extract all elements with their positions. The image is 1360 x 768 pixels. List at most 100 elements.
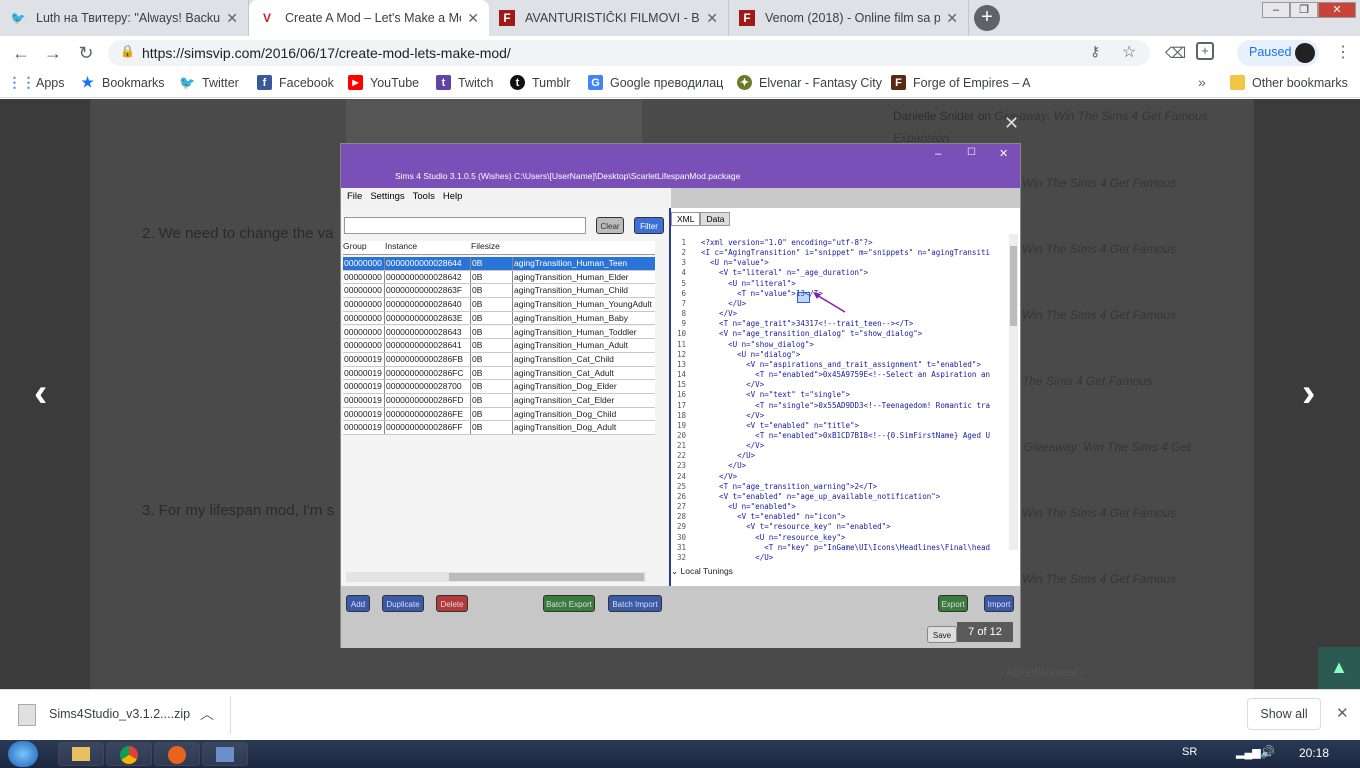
- comment-link[interactable]: Giveaway: Win The Sims 4 Get: [1024, 440, 1191, 454]
- bookmark-twitter[interactable]: 🐦 Twitter: [179, 75, 239, 90]
- table-cell: agingTransition_Cat_Child: [514, 353, 614, 364]
- sidebar-comment[interactable]: Win The Sims 4 Get Famous: [1022, 506, 1342, 520]
- comment-link[interactable]: Win The Sims 4 Get Famous: [1022, 242, 1176, 256]
- taskbar-explorer[interactable]: [58, 742, 104, 766]
- paused-label: Paused: [1249, 45, 1292, 59]
- comment-link[interactable]: Win The Sims 4 Get Famous: [1022, 506, 1176, 520]
- table-cell: 00000000: [343, 325, 385, 339]
- menu-file: File: [347, 191, 363, 202]
- address-bar[interactable]: 🔒 https://simsvip.com/2016/06/17/create-…: [108, 40, 1150, 66]
- bookmark-tumblr[interactable]: t Tumblr: [510, 75, 570, 90]
- download-filename[interactable]: Sims4Studio_v3.1.2....zip: [49, 707, 190, 721]
- taskbar-chrome[interactable]: [106, 742, 152, 766]
- tab-avanturisticki[interactable]: F AVANTURISTIČKI FILMOVI - Besp ✕: [489, 0, 729, 36]
- bookmark-elvenar[interactable]: ✦ Elvenar - Fantasy City: [737, 75, 882, 90]
- table-cell: 0B: [471, 298, 513, 311]
- bookmark-label: Tumblr: [532, 75, 571, 90]
- close-icon[interactable]: ✕: [1336, 704, 1349, 722]
- xml-editor: <?xml version="1.0" encoding="utf-8"?> <…: [701, 238, 990, 562]
- tab-twitter[interactable]: 🐦 Luth на Твитеру: "Always! Backup ✕: [0, 0, 249, 36]
- close-icon[interactable]: ✕: [467, 10, 479, 27]
- menu-icon[interactable]: ⋮: [1335, 42, 1351, 62]
- bookmark-google-translate[interactable]: G Google преводилац: [588, 75, 723, 90]
- table-row: 00000019 00000000000286FB 0B agingTransitio…: [343, 352, 655, 367]
- table-row: 00000000 0000000000028642 0B agingTransitio…: [343, 270, 655, 285]
- minimize-button[interactable]: –: [1262, 2, 1290, 18]
- bookmark-facebook[interactable]: f Facebook: [257, 75, 334, 90]
- comment-link[interactable]: Win The Sims 4 Get Famous: [1022, 572, 1176, 586]
- chevron-up-icon[interactable]: ︿: [200, 704, 214, 724]
- url-text: https://simsvip.com/2016/06/17/create-mo…: [142, 45, 511, 61]
- table-cell: 00000000: [343, 311, 385, 325]
- forward-icon[interactable]: →: [42, 42, 64, 64]
- table-cell: 00000000: [343, 270, 385, 284]
- sidebar-comment[interactable]: Win The Sims 4 Get Famous: [1022, 242, 1342, 256]
- bookmark-twitch[interactable]: t Twitch: [436, 75, 493, 90]
- comment-link[interactable]: Win The Sims 4 Get Famous: [1022, 308, 1176, 322]
- twitter-icon: 🐦: [10, 11, 26, 25]
- clock[interactable]: 20:18: [1299, 746, 1329, 760]
- table-row: 00000000 000000000002863F 0B agingTransitio…: [343, 284, 655, 299]
- close-icon[interactable]: ✕: [226, 10, 238, 27]
- table-cell: agingTransition_Dog_Child: [514, 408, 617, 419]
- sidebar-comment[interactable]: The Sims 4 Get Famous: [1022, 374, 1342, 388]
- star-icon[interactable]: ☆: [1122, 42, 1136, 62]
- s4s-titlebar: Sims 4 Studio 3.1.0.5 (Wishes) C:\Users\…: [341, 144, 1020, 188]
- table-cell: agingTransition_Human_YoungAdult: [514, 299, 652, 310]
- sidebar-comment[interactable]: Giveaway: Win The Sims 4 Get: [1024, 440, 1344, 454]
- new-tab-button[interactable]: +: [974, 5, 1000, 31]
- signal-icon[interactable]: ▂▄▆: [1236, 746, 1261, 759]
- close-window-button[interactable]: ✕: [1318, 2, 1356, 18]
- menu-settings: Settings: [370, 191, 405, 202]
- comment-link[interactable]: Win The Sims 4 Get Famous: [1022, 176, 1176, 190]
- bookmark-apps[interactable]: ⋮⋮ Apps: [8, 74, 65, 90]
- table-cell: agingTransition_Human_Teen: [514, 258, 628, 268]
- comment-link[interactable]: The Sims 4 Get Famous: [1022, 374, 1152, 388]
- paused-profile-button[interactable]: Paused: [1237, 40, 1319, 66]
- bookmark-other[interactable]: Other bookmarks: [1230, 75, 1348, 90]
- close-icon[interactable]: ✕: [706, 10, 718, 27]
- table-cell: agingTransition_Human_Elder: [514, 271, 629, 282]
- taskbar-sims4studio[interactable]: [202, 742, 248, 766]
- back-icon[interactable]: ←: [10, 42, 32, 64]
- close-icon[interactable]: ✕: [946, 10, 958, 27]
- media-player-icon: [168, 746, 186, 764]
- language-indicator[interactable]: SR: [1182, 746, 1197, 758]
- sidebar-comment[interactable]: Win The Sims 4 Get Famous: [1022, 308, 1342, 322]
- scroll-top-button[interactable]: ▲: [1318, 647, 1360, 689]
- bookmark-label: Twitter: [202, 75, 239, 90]
- key-icon[interactable]: ⚷: [1090, 43, 1100, 60]
- sidebar-comment[interactable]: Danielle Snider on Giveaway: Win The Sim…: [893, 109, 1213, 123]
- show-all-button[interactable]: Show all: [1247, 698, 1321, 730]
- table-cell: 00000000000286FC: [385, 366, 471, 380]
- s4s-filter-button: Filter: [634, 217, 664, 234]
- tab-strip: 🐦 Luth на Твитеру: "Always! Backup ✕ V C…: [0, 0, 1360, 36]
- sidebar-comment[interactable]: Win The Sims 4 Get Famous: [1022, 176, 1342, 190]
- bookmark-youtube[interactable]: ▶ YouTube: [348, 75, 419, 90]
- table-row: 00000000 000000000002863E 0B agingTransitio…: [343, 311, 655, 326]
- table-cell: 00000000: [343, 298, 385, 311]
- tab-venom[interactable]: F Venom (2018) - Online film sa pr ✕: [729, 0, 969, 36]
- bookmark-bookmarks[interactable]: ★ Bookmarks: [80, 74, 164, 90]
- table-cell: agingTransition_Cat_Elder: [514, 395, 615, 405]
- taskbar-media[interactable]: [154, 742, 200, 766]
- table-cell: 00000000: [343, 257, 385, 270]
- bookmark-forge-of-empires[interactable]: F Forge of Empires – A: [891, 75, 1030, 90]
- xml-line-numbers: 1 2 3 4 5 6 7 8 9 10 11 12 13 14 15 16 1…: [676, 238, 686, 562]
- more-bookmarks-icon[interactable]: »: [1198, 74, 1206, 90]
- next-arrow-icon[interactable]: ›: [1302, 371, 1315, 416]
- comment-link[interactable]: Giveaway: Win The Sims 4 Get Famous: [994, 109, 1207, 123]
- eraser-icon[interactable]: ⌫: [1165, 44, 1186, 62]
- s4s-clear-button: Clear: [596, 217, 624, 234]
- prev-arrow-icon[interactable]: ‹: [34, 371, 47, 416]
- sidebar-comment[interactable]: Win The Sims 4 Get Famous: [1022, 572, 1342, 586]
- start-button[interactable]: [8, 741, 38, 767]
- table-cell: 00000019: [343, 394, 385, 407]
- tab-title: Luth на Твитеру: "Always! Backup: [36, 11, 221, 25]
- volume-icon[interactable]: 🔊: [1260, 745, 1275, 759]
- tab-simsvip[interactable]: V Create A Mod – Let's Make a Mo ✕: [249, 0, 489, 36]
- close-lightbox-icon[interactable]: ✕: [1004, 113, 1019, 134]
- reload-icon[interactable]: ↻: [75, 42, 97, 64]
- maximize-button[interactable]: ❐: [1290, 2, 1318, 18]
- extension-icon[interactable]: +: [1196, 42, 1214, 60]
